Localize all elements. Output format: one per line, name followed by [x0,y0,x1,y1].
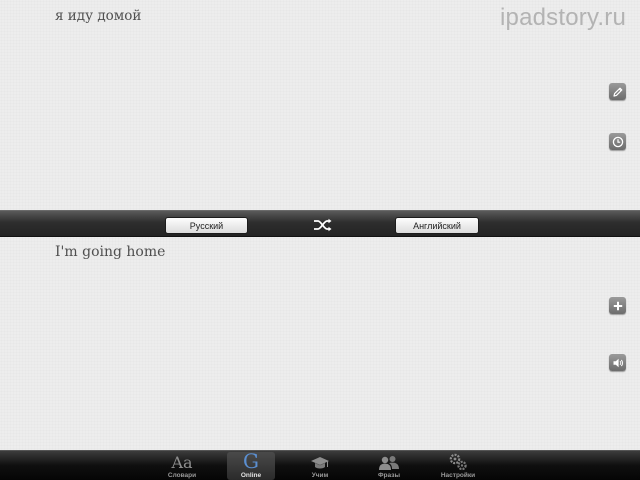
plus-icon [613,301,622,310]
edit-button[interactable] [609,83,626,100]
target-language-button[interactable]: Английский [395,217,479,234]
speak-button[interactable] [609,354,626,371]
source-language-button[interactable]: Русский [165,217,248,234]
tab-bar: Aa Словари G Online Учим Фразы Настройки [0,450,640,480]
tab-label: Учим [311,472,329,479]
gears-icon [448,452,468,471]
tab-label: Фразы [378,472,400,479]
graduation-cap-icon [310,452,330,471]
swap-languages-button[interactable] [312,217,334,233]
pencil-icon [612,87,622,97]
tab-label: Настройки [440,472,476,479]
tab-label: Online [240,472,262,479]
add-button[interactable] [609,297,626,314]
language-bar: Русский Английский [0,210,640,237]
history-button[interactable] [609,133,626,150]
speaker-icon [613,358,623,367]
tab-learn[interactable]: Учим [296,452,344,480]
tab-dictionaries[interactable]: Aa Словари [158,452,206,480]
clock-icon [612,136,623,147]
google-g-icon: G [243,449,259,473]
tab-phrases[interactable]: Фразы [365,452,413,480]
target-panel: I'm going home [0,237,640,450]
watermark: ipadstory.ru [499,4,626,31]
people-icon [378,452,400,471]
tab-label: Словари [167,472,197,479]
shuffle-icon [314,218,332,232]
translation-text: I'm going home [55,244,166,260]
tab-settings[interactable]: Настройки [434,452,482,480]
aa-icon: Aa [171,453,193,472]
tab-online[interactable]: G Online [227,449,275,480]
source-text[interactable]: я иду домой [55,8,141,24]
source-panel[interactable]: я иду домой ipadstory.ru [0,0,640,210]
